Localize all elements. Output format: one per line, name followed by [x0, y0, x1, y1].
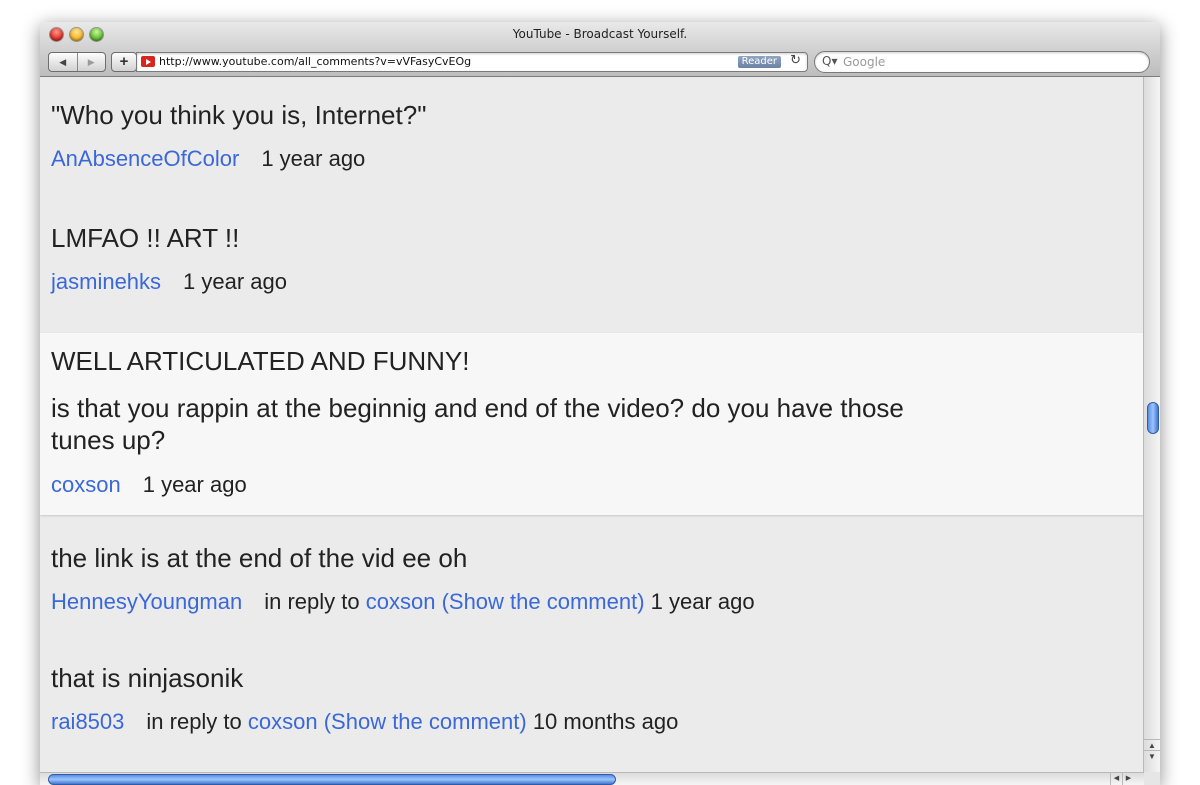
comment-author-link[interactable]: AnAbsenceOfColor — [51, 146, 239, 171]
comment-text: LMFAO !! ART !! — [51, 223, 240, 253]
scroll-down-icon[interactable]: ▼ — [1144, 750, 1160, 762]
comment-author-link[interactable]: jasminehks — [51, 269, 161, 294]
vertical-scrollbar[interactable]: ▲ ▼ — [1143, 77, 1160, 772]
comment-text: the link is at the end of the vid ee oh — [51, 543, 468, 573]
comment-meta: AnAbsenceOfColor 1 year ago — [51, 145, 365, 173]
comment-timestamp: 1 year ago — [183, 269, 288, 294]
comment-timestamp: 1 year ago — [650, 589, 755, 614]
scroll-right-icon[interactable]: ▶ — [1122, 773, 1134, 785]
comment-text: "Who you think you is, Internet?" — [51, 100, 427, 130]
window-title: YouTube - Broadcast Yourself. — [512, 27, 688, 41]
back-icon[interactable]: ◀ — [49, 53, 77, 71]
search-input[interactable] — [841, 53, 1135, 71]
comments-page: "Who you think you is, Internet?" AnAbse… — [40, 77, 1144, 772]
comment-text-continued: tunes up? — [51, 425, 166, 455]
comment-meta: rai8503 in reply to coxson (Show the comm… — [51, 708, 678, 736]
forward-icon[interactable]: ▶ — [76, 53, 106, 71]
reply-prefix: in reply to — [146, 709, 242, 734]
comment-meta: jasminehks 1 year ago — [51, 268, 287, 296]
browser-window: YouTube - Broadcast Yourself. ◀ ▶ + http… — [40, 22, 1160, 785]
search-bar[interactable]: Q▾ — [814, 51, 1150, 73]
address-url[interactable]: http://www.youtube.com/all_comments?v=vV… — [159, 55, 471, 68]
horizontal-scroll-thumb[interactable] — [48, 774, 616, 785]
navigation-buttons: ◀ ▶ — [48, 52, 106, 72]
browser-toolbar: YouTube - Broadcast Yourself. ◀ ▶ + http… — [40, 22, 1160, 77]
comment-item: LMFAO !! ART !! jasminehks 1 year ago — [40, 197, 1144, 332]
comment-item-highlighted: WELL ARTICULATED AND FUNNY! is that you … — [40, 333, 1144, 515]
comment-timestamp: 1 year ago — [261, 146, 366, 171]
comment-item: the link is at the end of the vid ee oh … — [40, 517, 1144, 637]
vertical-scroll-thumb[interactable] — [1147, 402, 1159, 434]
show-parent-comment-link[interactable]: coxson (Show the comment) — [366, 589, 645, 614]
comment-author-link[interactable]: rai8503 — [51, 709, 124, 734]
scroll-left-icon[interactable]: ◀ — [1110, 773, 1122, 785]
comment-author-link[interactable]: coxson — [51, 472, 121, 497]
add-bookmark-button[interactable]: + — [111, 52, 137, 72]
comment-timestamp: 1 year ago — [142, 472, 247, 497]
show-parent-comment-link[interactable]: coxson (Show the comment) — [248, 709, 527, 734]
horizontal-scrollbar[interactable]: ◀ ▶ — [40, 772, 1144, 785]
reload-icon[interactable]: ↻ — [790, 53, 801, 68]
comment-item: that is ninjasonik rai8503 in reply to co… — [40, 637, 1144, 772]
comment-timestamp: 10 months ago — [532, 709, 679, 734]
comment-title: WELL ARTICULATED AND FUNNY! — [51, 346, 470, 376]
comment-meta: HennesyYoungman in reply to coxson (Show … — [51, 588, 755, 616]
youtube-favicon-icon — [141, 56, 155, 67]
address-bar[interactable]: http://www.youtube.com/all_comments?v=vV… — [136, 52, 808, 72]
comment-meta: coxson 1 year ago — [51, 471, 247, 499]
comment-author-link[interactable]: HennesyYoungman — [51, 589, 242, 614]
comment-item: "Who you think you is, Internet?" AnAbse… — [40, 77, 1144, 197]
reader-button[interactable]: Reader — [737, 56, 781, 68]
comment-text: that is ninjasonik — [51, 663, 244, 693]
reply-prefix: in reply to — [264, 589, 360, 614]
search-icon[interactable]: Q▾ — [822, 54, 837, 68]
comment-text: is that you rappin at the beginnig and e… — [51, 393, 904, 423]
